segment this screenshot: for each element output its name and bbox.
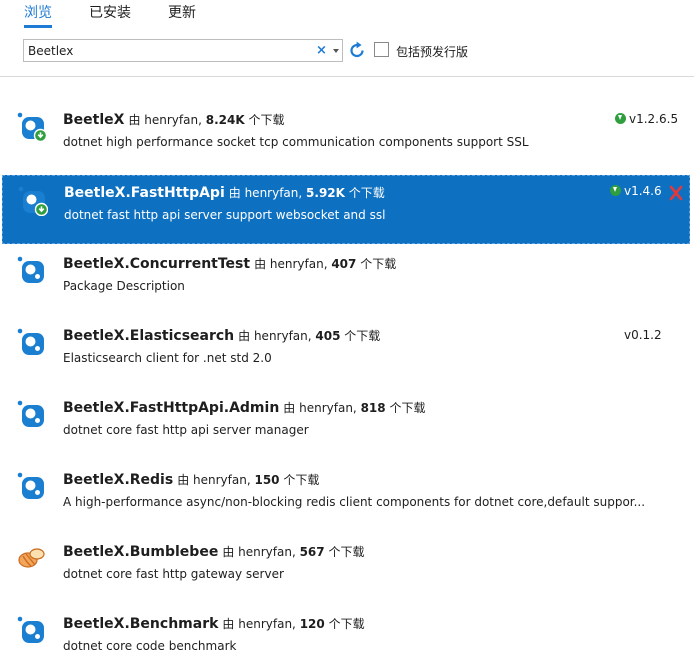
package-title-line: BeetleX.Elasticsearch 由 henryfan, 405 个下载 <box>63 327 380 344</box>
package-download-suffix: 个下载 <box>356 257 397 271</box>
package-author: 由 henryfan, <box>228 186 307 200</box>
package-row[interactable]: BeetleX.Benchmark 由 henryfan, 120 个下载 dotn… <box>0 606 694 666</box>
search-history-dropdown[interactable] <box>330 42 342 59</box>
update-available-icon <box>615 113 626 124</box>
package-name: BeetleX.Elasticsearch <box>63 328 235 344</box>
package-description: Elasticsearch client for .net std 2.0 <box>63 351 272 365</box>
package-download-suffix: 个下载 <box>385 401 426 415</box>
package-author: 由 henryfan, <box>222 617 300 631</box>
package-download-suffix: 个下载 <box>324 617 365 631</box>
package-name: BeetleX.Benchmark <box>63 616 219 632</box>
package-description: dotnet fast http api server support webs… <box>64 208 386 222</box>
package-description: dotnet core code benchmark <box>63 639 237 653</box>
package-icon <box>17 400 47 430</box>
package-download-count: 120 <box>299 617 325 631</box>
package-title-line: BeetleX.FastHttpApi 由 henryfan, 5.92K 个下载 <box>64 184 385 201</box>
tab-installed[interactable]: 已安装 <box>89 2 131 22</box>
package-description: A high-performance async/non-blocking re… <box>63 495 646 509</box>
package-row[interactable]: BeetleX.Redis 由 henryfan, 150 个下载 A high-p… <box>0 462 694 534</box>
package-title-line: BeetleX.ConcurrentTest 由 henryfan, 407 个下… <box>63 255 396 272</box>
package-name: BeetleX.Redis <box>63 472 174 488</box>
package-download-suffix: 个下载 <box>279 473 320 487</box>
package-download-count: 405 <box>315 329 341 343</box>
package-description: Package Description <box>63 279 185 293</box>
package-title-line: BeetleX.Bumblebee 由 henryfan, 567 个下载 <box>63 543 364 560</box>
package-download-suffix: 个下载 <box>324 545 365 559</box>
package-author: 由 henryfan, <box>283 401 361 415</box>
package-author: 由 henryfan, <box>128 113 206 127</box>
clear-search-icon[interactable]: × <box>316 41 327 60</box>
tab-updates[interactable]: 更新 <box>168 2 196 22</box>
package-version-text: v1.4.6 <box>624 184 662 198</box>
package-description: dotnet high performance socket tcp commu… <box>63 135 529 149</box>
package-download-count: 150 <box>254 473 280 487</box>
package-icon <box>17 112 48 143</box>
package-version-text: v0.1.2 <box>624 328 662 342</box>
package-download-suffix: 个下载 <box>344 186 385 200</box>
package-description: dotnet core fast http api server manager <box>63 423 309 437</box>
package-download-count: 407 <box>331 257 357 271</box>
package-download-count: 818 <box>360 401 386 415</box>
package-icon <box>17 256 47 286</box>
package-row[interactable]: BeetleX.ConcurrentTest 由 henryfan, 407 个下… <box>0 246 694 318</box>
package-author: 由 henryfan, <box>238 329 316 343</box>
package-title-line: BeetleX.Benchmark 由 henryfan, 120 个下载 <box>63 615 365 632</box>
bumblebee-package-icon <box>17 544 47 574</box>
package-title-line: BeetleX.FastHttpApi.Admin 由 henryfan, 818… <box>63 399 425 416</box>
search-input[interactable] <box>28 42 308 59</box>
tab-bar: 浏览 已安装 更新 <box>0 0 694 30</box>
package-version: v1.4.6 <box>610 184 662 198</box>
package-version: v0.1.2 <box>624 328 662 342</box>
package-author: 由 henryfan, <box>177 473 255 487</box>
package-row[interactable]: BeetleX 由 henryfan, 8.24K 个下载 dotnet high … <box>0 102 694 174</box>
package-icon <box>17 328 47 358</box>
package-version: v1.2.6.5 <box>615 112 678 126</box>
package-row[interactable]: BeetleX.Elasticsearch 由 henryfan, 405 个下载… <box>0 318 694 390</box>
tab-browse[interactable]: 浏览 <box>24 2 52 28</box>
package-author: 由 henryfan, <box>254 257 332 271</box>
package-download-suffix: 个下载 <box>244 113 285 127</box>
package-download-count: 5.92K <box>306 186 345 200</box>
package-name: BeetleX.Bumblebee <box>63 544 219 560</box>
package-name: BeetleX.ConcurrentTest <box>63 256 251 272</box>
package-download-count: 567 <box>299 545 325 559</box>
package-row[interactable]: BeetleX.FastHttpApi.Admin 由 henryfan, 818… <box>0 390 694 462</box>
package-icon <box>18 186 49 217</box>
include-prerelease-label: 包括预发行版 <box>396 45 469 59</box>
package-title-line: BeetleX.Redis 由 henryfan, 150 个下载 <box>63 471 319 488</box>
package-icon <box>17 616 47 646</box>
refresh-icon[interactable] <box>348 40 366 60</box>
package-title-line: BeetleX 由 henryfan, 8.24K 个下载 <box>63 111 284 128</box>
package-description: dotnet core fast http gateway server <box>63 567 284 581</box>
uninstall-icon[interactable] <box>669 185 683 201</box>
package-name: BeetleX.FastHttpApi <box>64 185 225 201</box>
package-row[interactable]: BeetleX.FastHttpApi 由 henryfan, 5.92K 个下载… <box>2 175 690 244</box>
package-name: BeetleX.FastHttpApi.Admin <box>63 400 280 416</box>
package-name: BeetleX <box>63 112 125 128</box>
include-prerelease-checkbox[interactable] <box>374 42 389 57</box>
package-row[interactable]: BeetleX.Bumblebee 由 henryfan, 567 个下载 dotn… <box>0 534 694 606</box>
package-version-text: v1.2.6.5 <box>629 112 679 126</box>
update-available-icon <box>610 185 621 196</box>
divider <box>0 76 694 77</box>
search-box: × <box>23 39 343 62</box>
package-download-suffix: 个下载 <box>340 329 381 343</box>
package-icon <box>17 472 47 502</box>
package-download-count: 8.24K <box>205 113 245 127</box>
package-author: 由 henryfan, <box>222 545 300 559</box>
